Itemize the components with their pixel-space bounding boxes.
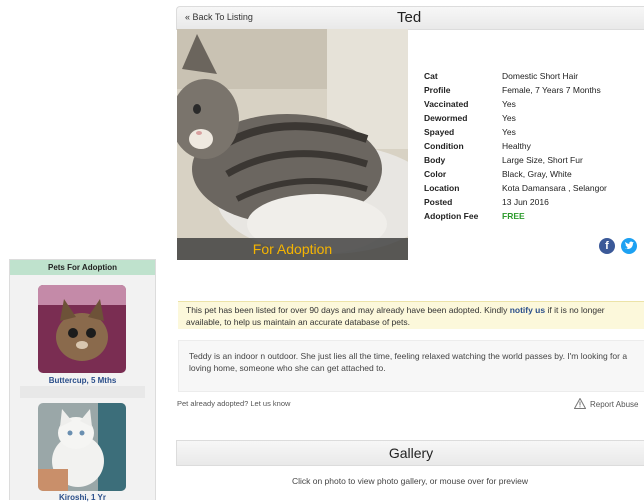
facebook-icon[interactable]: f	[599, 238, 615, 254]
sidebar-divider	[20, 386, 145, 398]
sidebar-pet-photo-2[interactable]	[38, 403, 126, 491]
pet-name-title: Ted	[397, 9, 422, 26]
detail-label: Body	[424, 155, 446, 165]
pets-for-adoption-sidebar: Pets For Adoption Buttercup, 5 Mths Kiro…	[9, 259, 156, 502]
detail-label: Condition	[424, 141, 464, 151]
detail-value: 13 Jun 2016	[502, 197, 549, 207]
twitter-bird-icon	[625, 241, 634, 249]
detail-value: Yes	[502, 113, 516, 123]
pet-details-table: Cat Domestic Short Hair Profile Female, …	[424, 69, 607, 223]
detail-row-dewormed: Dewormed Yes	[424, 111, 607, 125]
adoption-fee-value: FREE	[502, 211, 525, 221]
detail-row-breed: Cat Domestic Short Hair	[424, 69, 607, 83]
twitter-icon[interactable]	[621, 238, 637, 254]
detail-value: Yes	[502, 99, 516, 109]
detail-value: Yes	[502, 127, 516, 137]
detail-row-body: Body Large Size, Short Fur	[424, 153, 607, 167]
detail-row-posted: Posted 13 Jun 2016	[424, 195, 607, 209]
detail-label: Spayed	[424, 127, 455, 137]
detail-row-profile: Profile Female, 7 Years 7 Months	[424, 83, 607, 97]
detail-value: Domestic Short Hair	[502, 71, 579, 81]
detail-row-condition: Condition Healthy	[424, 139, 607, 153]
gallery-instructions: Click on photo to view photo gallery, or…	[291, 476, 529, 486]
detail-value: Kota Damansara , Selangor	[502, 183, 607, 193]
detail-row-spayed: Spayed Yes	[424, 125, 607, 139]
detail-value: Black, Gray, White	[502, 169, 572, 179]
pet-description: Teddy is an indoor n outdoor. She just l…	[178, 340, 644, 392]
report-abuse-label: Report Abuse	[590, 400, 639, 409]
detail-label: Posted	[424, 197, 453, 207]
sidebar-pet-caption-1[interactable]: Buttercup, 5 Mths	[10, 376, 155, 385]
detail-row-vaccinated: Vaccinated Yes	[424, 97, 607, 111]
pet-main-photo[interactable]: For Adoption	[177, 29, 408, 260]
detail-value: Healthy	[502, 141, 531, 151]
notice-text-before: This pet has been listed for over 90 day…	[186, 305, 510, 315]
detail-label: Color	[424, 169, 447, 179]
detail-row-color: Color Black, Gray, White	[424, 167, 607, 181]
detail-label: Location	[424, 183, 460, 193]
gallery-heading: Gallery	[176, 440, 644, 466]
white-cat-photo-image	[38, 403, 126, 491]
detail-label: Profile	[424, 85, 451, 95]
detail-label: Dewormed	[424, 113, 468, 123]
detail-label: Vaccinated	[424, 99, 469, 109]
detail-value: Large Size, Short Fur	[502, 155, 583, 165]
pet-adopted-link[interactable]: Pet already adopted? Let us know	[177, 399, 290, 408]
sidebar-pet-photo-1[interactable]	[38, 285, 126, 373]
back-to-listing-link[interactable]: « Back To Listing	[185, 12, 253, 22]
detail-value: Female, 7 Years 7 Months	[502, 85, 601, 95]
cat-photo-image	[177, 29, 408, 260]
warning-icon	[573, 397, 587, 411]
detail-label: Cat	[424, 71, 438, 81]
for-adoption-banner: For Adoption	[177, 238, 408, 260]
report-abuse-link[interactable]: Report Abuse	[573, 397, 639, 411]
notify-us-link[interactable]: notify us	[510, 305, 545, 315]
listing-age-notice: This pet has been listed for over 90 day…	[178, 301, 644, 329]
kitten-photo-image	[38, 285, 126, 373]
sidebar-title: Pets For Adoption	[10, 260, 155, 275]
pet-header-bar: « Back To Listing Ted	[176, 6, 644, 30]
detail-row-location: Location Kota Damansara , Selangor	[424, 181, 607, 195]
detail-row-adoption-fee: Adoption Fee FREE	[424, 209, 607, 223]
detail-label: Adoption Fee	[424, 211, 479, 221]
